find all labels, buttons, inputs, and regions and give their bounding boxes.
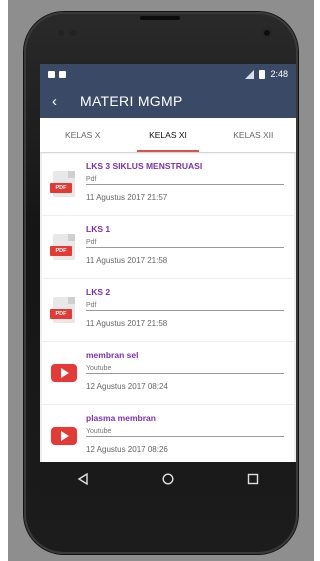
item-icon-container <box>42 405 86 467</box>
item-body: LKS 2 Pdf 11 Agustus 2017 21:58 <box>86 279 294 341</box>
item-date: 12 Agustus 2017 08:26 <box>86 445 168 454</box>
phone-screen: 2:48 ‹ MATERI MGMP KELAS X KELAS XI KELA… <box>40 64 296 496</box>
notification-icon <box>59 70 66 78</box>
item-title: LKS 1 <box>86 224 111 234</box>
item-date: 11 Agustus 2017 21:57 <box>86 193 168 202</box>
youtube-icon <box>51 364 77 382</box>
back-triangle-icon <box>77 473 88 485</box>
status-bar: 2:48 <box>40 64 296 84</box>
item-date: 11 Agustus 2017 21:58 <box>86 256 168 265</box>
youtube-icon <box>51 427 77 445</box>
item-icon-container: PDF <box>42 216 86 278</box>
pdf-badge: PDF <box>50 309 72 319</box>
item-body: membran sel Youtube 12 Agustus 2017 08:2… <box>86 342 294 404</box>
earpiece-speaker <box>140 16 180 20</box>
item-type: Pdf <box>86 239 284 248</box>
pdf-icon: PDF <box>50 234 75 260</box>
system-status: 2:48 <box>245 69 288 79</box>
item-body: LKS 3 SIKLUS MENSTRUASI Pdf 11 Agustus 2… <box>86 153 294 215</box>
tab-kelas-xii[interactable]: KELAS XII <box>211 118 296 152</box>
sensor-dot <box>70 30 76 36</box>
list-item[interactable]: PDF LKS 1 Pdf 11 Agustus 2017 21:58 <box>42 216 294 278</box>
pdf-badge: PDF <box>50 183 72 193</box>
status-time: 2:48 <box>270 69 288 79</box>
item-type: Youtube <box>86 365 284 374</box>
signal-icon <box>245 69 255 79</box>
item-type: Pdf <box>86 176 284 185</box>
page-title: MATERI MGMP <box>80 93 183 109</box>
tab-kelas-x[interactable]: KELAS X <box>40 118 125 152</box>
list-item[interactable]: PDF LKS 3 SIKLUS MENSTRUASI Pdf 11 Agust… <box>42 153 294 215</box>
item-title: LKS 3 SIKLUS MENSTRUASI <box>86 161 203 171</box>
app-bar: ‹ MATERI MGMP <box>40 84 296 118</box>
recents-square-icon <box>248 473 259 485</box>
nav-recents-button[interactable] <box>238 464 268 494</box>
android-nav-bar <box>40 462 296 496</box>
item-title: LKS 2 <box>86 287 111 297</box>
battery-icon <box>259 69 266 79</box>
item-date: 11 Agustus 2017 21:58 <box>86 319 168 328</box>
item-type: Pdf <box>86 302 284 311</box>
front-camera-icon <box>262 28 272 38</box>
pdf-badge: PDF <box>50 246 72 256</box>
item-title: membran sel <box>86 350 139 360</box>
item-date: 12 Agustus 2017 08:24 <box>86 382 168 391</box>
item-body: LKS 1 Pdf 11 Agustus 2017 21:58 <box>86 216 294 278</box>
pdf-icon: PDF <box>50 171 75 197</box>
item-icon-container: PDF <box>42 279 86 341</box>
item-type: Youtube <box>86 428 284 437</box>
item-body: plasma membran Youtube 12 Agustus 2017 0… <box>86 405 294 467</box>
material-list: PDF LKS 3 SIKLUS MENSTRUASI Pdf 11 Agust… <box>40 152 296 496</box>
list-item[interactable]: plasma membran Youtube 12 Agustus 2017 0… <box>42 405 294 467</box>
notification-area <box>48 70 66 78</box>
list-item[interactable]: membran sel Youtube 12 Agustus 2017 08:2… <box>42 342 294 404</box>
nav-home-button[interactable] <box>153 464 183 494</box>
sensor-dot <box>58 30 64 36</box>
item-title: plasma membran <box>86 413 156 423</box>
item-icon-container: PDF <box>42 153 86 215</box>
item-icon-container <box>42 342 86 404</box>
tab-kelas-xi[interactable]: KELAS XI <box>125 118 210 152</box>
tab-bar: KELAS X KELAS XI KELAS XII <box>40 118 296 152</box>
list-item[interactable]: PDF LKS 2 Pdf 11 Agustus 2017 21:58 <box>42 279 294 341</box>
back-arrow-icon[interactable]: ‹ <box>52 93 72 110</box>
notification-icon <box>48 70 55 78</box>
pdf-icon: PDF <box>50 297 75 323</box>
home-circle-icon <box>162 473 174 485</box>
nav-back-button[interactable] <box>68 464 98 494</box>
